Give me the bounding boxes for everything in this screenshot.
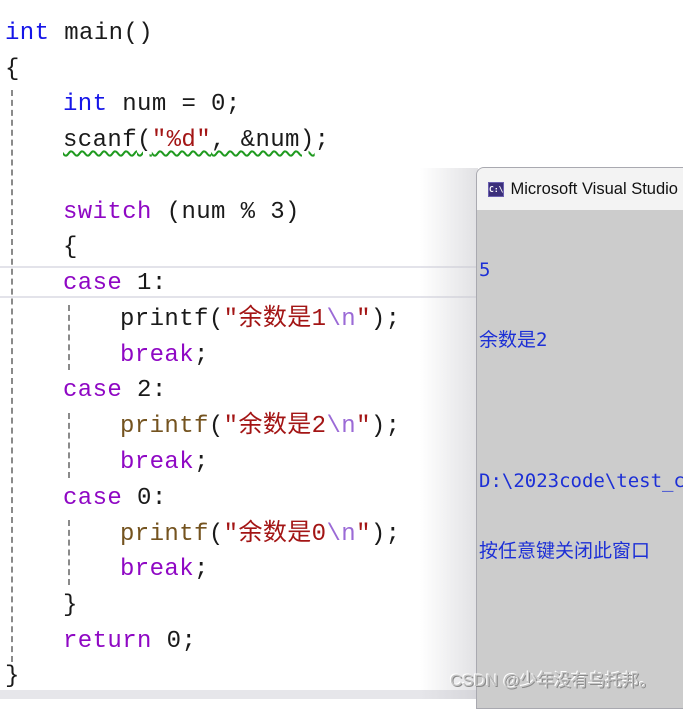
case-label: 2: — [137, 377, 167, 404]
console-title: Microsoft Visual Studio Debug Console — [510, 179, 683, 198]
code-line-4[interactable]: scanf("%d", &num); — [63, 123, 329, 159]
open-brace: { — [63, 234, 78, 261]
code-line-16[interactable]: break; — [120, 552, 209, 588]
keyword-case: case — [63, 270, 123, 297]
code-line-10[interactable]: break; — [120, 338, 209, 374]
console-titlebar[interactable]: C:\ Microsoft Visual Studio Debug Consol… — [477, 168, 683, 210]
code-line-17[interactable]: } — [63, 588, 78, 624]
function-printf: printf — [120, 413, 209, 440]
function-printf: printf — [120, 521, 209, 548]
keyword-case: case — [63, 377, 123, 404]
open-brace: { — [5, 56, 20, 83]
indent-guide-case2 — [68, 413, 70, 478]
keyword-case: case — [63, 485, 123, 512]
case-label: 1: — [137, 270, 167, 297]
statement-end: ); — [370, 413, 401, 440]
code-line-3[interactable]: int num = 0; — [63, 87, 241, 123]
debug-console-window[interactable]: C:\ Microsoft Visual Studio Debug Consol… — [476, 167, 683, 709]
code-line-15[interactable]: printf("余数是0\n"); — [120, 517, 400, 553]
close-brace: } — [5, 663, 20, 690]
keyword-break: break — [120, 449, 195, 476]
escape-sequence: \n — [326, 413, 357, 440]
declaration: num = 0; — [122, 91, 241, 118]
return-value: 0; — [166, 628, 197, 655]
escape-sequence: \n — [326, 306, 357, 333]
keyword-break: break — [120, 556, 195, 583]
code-line-6[interactable]: switch (num % 3) — [63, 195, 300, 231]
function-signature: main() — [64, 20, 154, 47]
paren: ( — [208, 413, 224, 440]
arguments: , &num) — [211, 127, 315, 154]
semicolon: ; — [314, 127, 330, 154]
function-scanf: scanf — [63, 127, 138, 154]
string-literal: "余数是1 — [223, 306, 327, 333]
quote: " — [356, 413, 371, 440]
indent-guide-case1 — [68, 305, 70, 370]
code-line-9[interactable]: printf("余数是1\n"); — [120, 302, 400, 338]
indent-guide-case0 — [68, 520, 70, 585]
function-printf: printf — [120, 306, 209, 333]
console-line: D:\2023code\test_c — [479, 470, 683, 492]
semicolon: ; — [194, 342, 209, 369]
quote: " — [356, 306, 371, 333]
format-string: "%d" — [151, 127, 212, 154]
paren: ( — [137, 127, 152, 154]
keyword-switch: switch — [63, 199, 152, 226]
console-line: 5 — [479, 259, 491, 281]
code-line-8[interactable]: case 1: — [63, 266, 167, 302]
code-line-13[interactable]: break; — [120, 445, 209, 481]
statement-end: ); — [370, 306, 401, 333]
console-line: 余数是2 — [479, 329, 548, 351]
warning-squiggle[interactable]: scanf("%d", &num) — [63, 127, 315, 154]
code-line-2[interactable]: { — [5, 52, 20, 88]
statement-end: ); — [370, 521, 401, 548]
csdn-watermark: CSDN @少年没有乌托邦。 — [450, 671, 657, 690]
keyword-return: return — [63, 628, 152, 655]
code-line-14[interactable]: case 0: — [63, 481, 167, 517]
string-literal: "余数是2 — [223, 413, 327, 440]
console-app-icon: C:\ — [488, 181, 505, 197]
paren: ( — [208, 306, 224, 333]
semicolon: ; — [194, 449, 209, 476]
keyword-break: break — [120, 342, 195, 369]
escape-sequence: \n — [326, 521, 357, 548]
quote: " — [356, 521, 371, 548]
indent-guide-main — [11, 90, 13, 662]
code-line-1[interactable]: int main() — [5, 16, 153, 52]
switch-expression: (num % 3) — [166, 199, 300, 226]
code-line-11[interactable]: case 2: — [63, 373, 167, 409]
console-output[interactable]: 5 余数是2 D:\2023code\test_c 按任意键关闭此窗口 — [477, 210, 683, 611]
paren: ( — [208, 521, 224, 548]
keyword-int: int — [5, 20, 50, 47]
code-line-18[interactable]: return 0; — [63, 624, 196, 660]
code-line-7[interactable]: { — [63, 230, 78, 266]
keyword-int: int — [63, 91, 108, 118]
string-literal: "余数是0 — [223, 521, 327, 548]
semicolon: ; — [194, 556, 209, 583]
console-line: 按任意键关闭此窗口 — [479, 540, 651, 562]
window-shadow — [420, 168, 478, 699]
code-line-12[interactable]: printf("余数是2\n"); — [120, 409, 400, 445]
case-label: 0: — [137, 485, 167, 512]
close-brace: } — [63, 592, 78, 619]
